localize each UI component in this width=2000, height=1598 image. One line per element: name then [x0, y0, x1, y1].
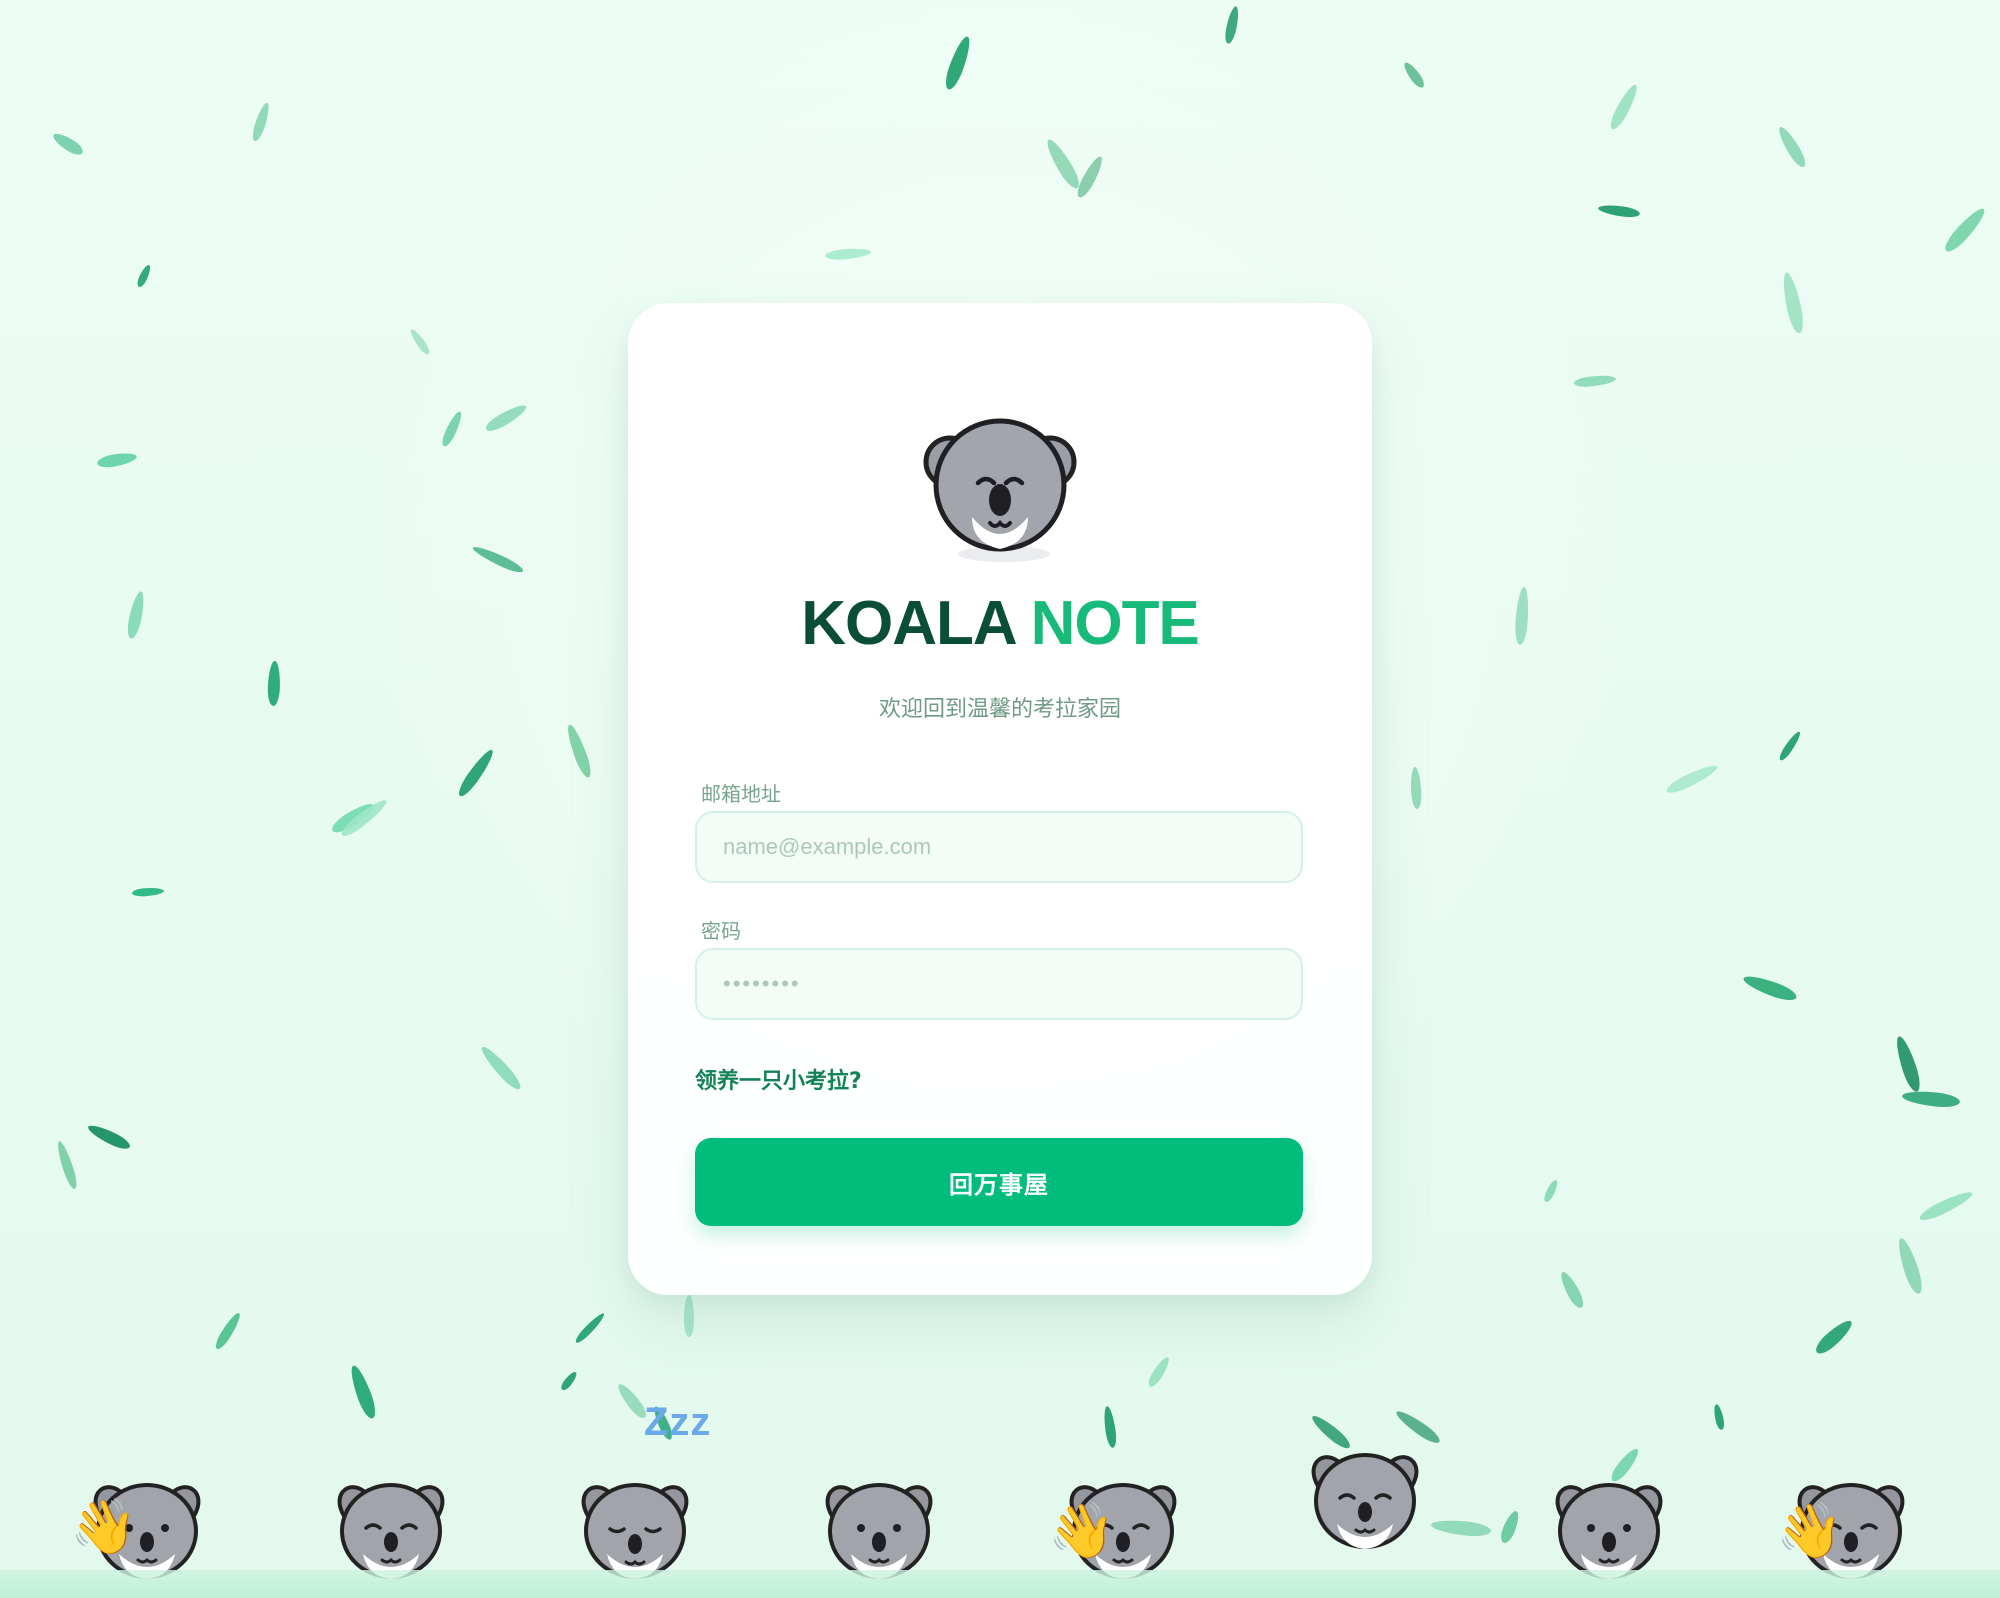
leaf-icon	[125, 590, 147, 640]
leaf-icon	[346, 1363, 380, 1421]
waving-hand-icon: 👋	[70, 1495, 138, 1558]
leaf-icon	[54, 1139, 80, 1191]
email-input[interactable]	[695, 811, 1303, 883]
leaf-icon	[212, 1310, 244, 1352]
leaf-icon	[1073, 153, 1107, 201]
koala-neutral-icon	[1550, 1476, 1668, 1580]
ground-strip	[0, 1570, 2000, 1598]
sleep-indicator: Zzz	[644, 1400, 712, 1444]
waving-hand-icon: 👋	[1048, 1499, 1116, 1562]
koala-peeking-icon	[1306, 1446, 1424, 1550]
leaf-icon	[439, 409, 465, 449]
leaf-icon	[563, 722, 595, 780]
login-card: KOALA NOTE 欢迎回到温馨的考拉家园 邮箱地址 密码 领养一只小考拉? …	[628, 303, 1372, 1295]
leaf-icon	[1557, 1269, 1587, 1311]
leaf-icon	[1597, 203, 1641, 219]
leaf-icon	[1409, 766, 1423, 810]
leaf-icon	[1775, 124, 1809, 170]
leaf-icon	[1042, 136, 1084, 192]
leaf-icon	[559, 1369, 579, 1393]
leaf-icon	[1513, 586, 1531, 646]
leaf-icon	[470, 543, 526, 576]
waving-hand-icon: 👋	[1776, 1499, 1844, 1562]
email-label: 邮箱地址	[701, 782, 781, 806]
leaf-icon	[1741, 971, 1799, 1005]
leaf-icon	[483, 401, 529, 435]
leaf-icon	[1664, 761, 1720, 797]
leaf-icon	[1430, 1517, 1492, 1539]
brand-title-koala: KOALA	[801, 589, 1015, 658]
leaf-icon	[1498, 1508, 1522, 1546]
leaf-icon	[250, 101, 272, 143]
koala-logo-icon	[916, 405, 1084, 565]
leaf-icon	[1606, 82, 1642, 132]
leaf-icon	[1393, 1407, 1443, 1447]
brand-title-note: NOTE	[1030, 589, 1200, 658]
leaf-icon	[1779, 271, 1807, 335]
leaf-icon	[85, 1121, 133, 1153]
leaf-icon	[1102, 1405, 1118, 1449]
leaf-icon	[135, 263, 153, 289]
leaf-icon	[267, 660, 281, 707]
leaf-icon	[131, 886, 165, 898]
leaf-icon	[1894, 1236, 1926, 1296]
leaf-icon	[1223, 5, 1241, 45]
leaf-icon	[573, 1310, 607, 1346]
password-input[interactable]	[695, 948, 1303, 1020]
login-button[interactable]: 回万事屋	[695, 1138, 1303, 1226]
leaf-icon	[1401, 59, 1427, 91]
leaf-icon	[455, 746, 497, 800]
leaf-icon	[1573, 373, 1617, 389]
leaf-icon	[1917, 1187, 1975, 1225]
leaf-icon	[1712, 1403, 1726, 1431]
leaf-icon	[1892, 1034, 1924, 1094]
leaf-icon	[824, 247, 872, 261]
koala-neutral-icon	[820, 1476, 938, 1580]
leaf-icon	[1542, 1178, 1560, 1204]
welcome-subtitle: 欢迎回到温馨的考拉家园	[878, 697, 1121, 722]
leaf-icon	[1812, 1316, 1856, 1358]
koala-sleeping-icon	[576, 1476, 694, 1580]
leaf-icon	[1777, 729, 1803, 763]
password-label: 密码	[701, 919, 741, 943]
brand-title: KOALA NOTE	[628, 593, 1372, 655]
leaf-icon	[96, 450, 138, 470]
leaf-icon	[941, 34, 975, 92]
leaf-icon	[477, 1043, 525, 1093]
leaf-icon	[684, 1295, 694, 1337]
leaf-icon	[1145, 1354, 1173, 1390]
adopt-koala-link[interactable]: 领养一只小考拉?	[695, 1063, 862, 1095]
leaf-icon	[408, 327, 432, 357]
leaf-icon	[1901, 1089, 1961, 1109]
koala-happy-icon	[332, 1476, 450, 1580]
leaf-icon	[1941, 204, 1989, 256]
leaf-icon	[50, 129, 86, 159]
